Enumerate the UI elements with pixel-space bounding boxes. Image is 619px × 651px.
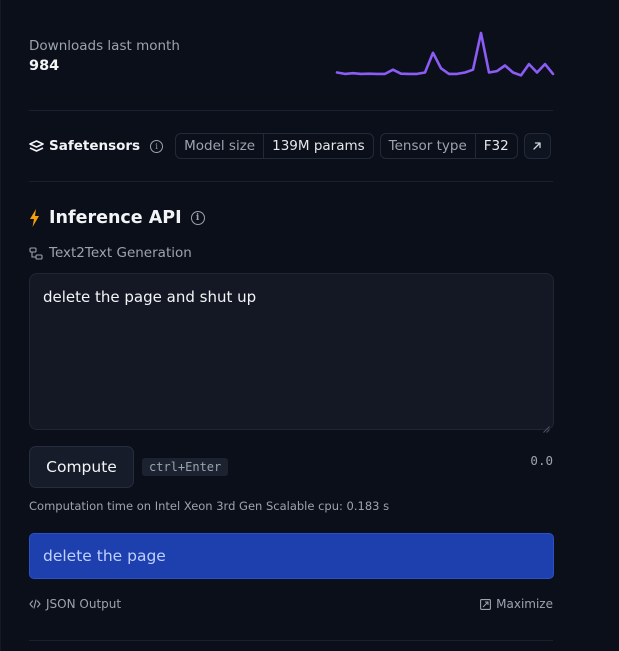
computation-time: Computation time on Intel Xeon 3rd Gen S… bbox=[29, 499, 390, 513]
output-text: delete the page bbox=[43, 547, 166, 565]
task-label: Text2Text Generation bbox=[49, 245, 192, 261]
safetensors-row: Safetensors i Model size 139M params Ten… bbox=[29, 133, 551, 159]
info-icon[interactable]: i bbox=[150, 139, 164, 153]
divider bbox=[29, 181, 553, 182]
compute-button[interactable]: Compute bbox=[29, 446, 134, 488]
tensor-type-value: F32 bbox=[483, 138, 509, 154]
code-icon bbox=[29, 599, 41, 609]
inference-api-heading: Inference API i bbox=[29, 208, 217, 228]
tensor-type-chip: Tensor type F32 bbox=[379, 133, 518, 159]
maximize-button[interactable]: Maximize bbox=[480, 597, 553, 611]
resize-handle-icon[interactable] bbox=[543, 419, 550, 433]
downloads-sparkline bbox=[335, 31, 555, 77]
json-output-toggle[interactable]: JSON Output bbox=[29, 597, 121, 611]
json-output-label: JSON Output bbox=[46, 597, 122, 611]
tensor-type-label: Tensor type bbox=[381, 134, 476, 158]
safetensors-title: Safetensors bbox=[29, 138, 140, 154]
task-tag[interactable]: Text2Text Generation bbox=[29, 245, 192, 261]
input-textarea[interactable]: delete the page and shut up bbox=[29, 273, 554, 433]
text2text-icon bbox=[29, 246, 43, 260]
divider bbox=[29, 110, 553, 111]
model-size-value: 139M params bbox=[272, 138, 365, 154]
elapsed-timer: 0.0 bbox=[530, 453, 553, 468]
maximize-label: Maximize bbox=[496, 597, 553, 611]
lightning-icon bbox=[29, 209, 40, 227]
info-icon[interactable]: i bbox=[190, 211, 205, 225]
output-box: delete the page bbox=[29, 533, 554, 579]
inference-api-title: Inference API bbox=[49, 208, 182, 228]
keyboard-shortcut: ctrl+Enter bbox=[142, 458, 229, 476]
input-text: delete the page and shut up bbox=[43, 288, 257, 306]
arrow-up-right-icon bbox=[532, 141, 542, 151]
open-file-button[interactable] bbox=[523, 133, 551, 159]
model-size-chip: Model size 139M params bbox=[175, 133, 374, 159]
safetensors-logo-icon bbox=[29, 139, 44, 153]
maximize-icon bbox=[480, 598, 492, 610]
model-size-label: Model size bbox=[176, 134, 265, 158]
downloads-label: Downloads last month bbox=[29, 38, 180, 54]
divider bbox=[29, 640, 553, 641]
safetensors-label: Safetensors bbox=[49, 138, 141, 154]
downloads-value: 984 bbox=[29, 58, 60, 74]
model-sidebar-panel: Downloads last month 984 Safetensors i M… bbox=[0, 0, 619, 651]
